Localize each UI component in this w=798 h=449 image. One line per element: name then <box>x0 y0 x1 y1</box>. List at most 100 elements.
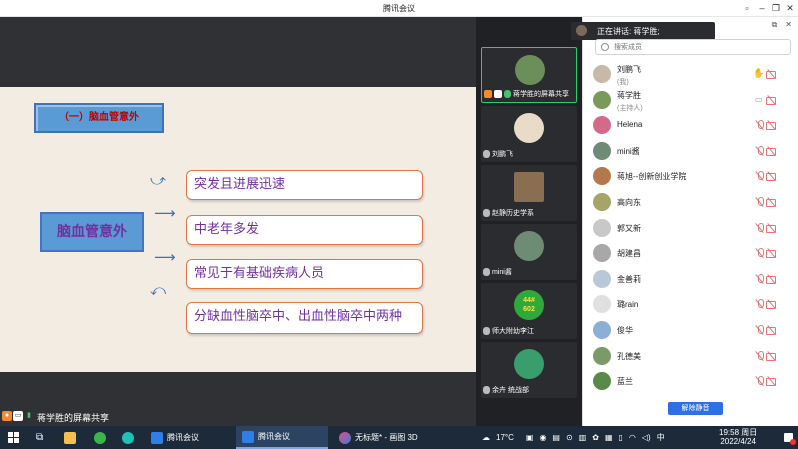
list-item[interactable]: 郭又新 <box>583 215 798 241</box>
notification-icon[interactable] <box>784 426 796 449</box>
search-icon <box>601 43 609 51</box>
list-item[interactable]: 蒋学胜 (主持人) ▭ <box>583 87 798 113</box>
list-item[interactable]: 金善莉 <box>583 266 798 292</box>
ime-indicator[interactable]: 中 <box>657 432 665 443</box>
taskbar-app-tencent-meeting[interactable]: 腾讯会议 <box>145 426 233 449</box>
list-item[interactable]: Helena <box>583 112 798 138</box>
speaking-indicator: 正在讲话: 蒋学胜; <box>571 22 715 40</box>
window-title: 腾讯会议 <box>383 4 415 13</box>
list-item[interactable]: mini酱 <box>583 138 798 164</box>
avatar <box>593 116 611 135</box>
camera-off-icon[interactable] <box>766 325 776 335</box>
mic-off-icon[interactable] <box>755 222 765 233</box>
avatar <box>593 295 611 314</box>
taskbar-app-tencent-meeting[interactable]: 腾讯会议 <box>236 426 328 449</box>
mic-off-icon[interactable] <box>755 171 765 181</box>
video-tiles-column: 蒋学胜的屏幕共享 刘鹏飞 赵静历史学系 mini酱 44# 602 师大附幼李江… <box>476 17 582 426</box>
list-item[interactable]: 胡建昌 <box>583 240 798 266</box>
participants-panel: 正在讲话: 蒋学胜; ⧉ ✕ 刘鹏飞 (我) ✋ 蒋学胜 (主持人) ▭ <box>571 17 798 426</box>
avatar <box>514 231 544 261</box>
tray-icon[interactable]: ▤ <box>552 433 560 442</box>
video-tile[interactable]: 刘鹏飞 <box>481 106 577 162</box>
camera-off-icon[interactable] <box>766 223 776 233</box>
video-tile[interactable]: 蒋学胜的屏幕共享 <box>481 47 577 103</box>
video-tile[interactable]: mini酱 <box>481 224 577 280</box>
avatar <box>593 218 611 237</box>
participant-list: 刘鹏飞 (我) ✋ 蒋学胜 (主持人) ▭ Helena mini酱 蒋旭--创… <box>583 61 798 394</box>
avatar <box>514 113 544 143</box>
list-item[interactable]: 刘鹏飞 (我) ✋ <box>583 61 798 87</box>
right-arrow-icon: ⟶ <box>154 249 176 266</box>
list-item[interactable]: 蓝兰 <box>583 368 798 394</box>
member-search[interactable] <box>595 39 791 55</box>
mic-off-icon[interactable] <box>755 196 765 207</box>
wifi-icon[interactable]: ◠ <box>629 433 636 442</box>
mic-off-icon[interactable] <box>755 273 765 284</box>
camera-off-icon[interactable] <box>766 197 776 207</box>
avatar <box>576 25 587 36</box>
mic-off-icon[interactable] <box>755 299 765 309</box>
close-panel-icon[interactable]: ✕ <box>785 20 792 30</box>
restore-icon[interactable]: ❐ <box>769 2 783 14</box>
app-icon[interactable] <box>122 426 134 449</box>
avatar <box>593 346 611 365</box>
camera-off-icon[interactable] <box>766 274 776 284</box>
taskbar-app-paint3d[interactable]: 无标题* - 画图 3D <box>333 426 428 449</box>
tray-icon[interactable]: ▯ <box>619 433 623 442</box>
unmute-button[interactable]: 解除静音 <box>668 402 723 415</box>
curved-arrow-icon: ⤻ <box>150 172 167 189</box>
mic-off-icon[interactable] <box>755 145 765 156</box>
minimize-icon[interactable]: – <box>755 2 769 14</box>
mic-icon <box>504 90 511 98</box>
weather-temp: 17°C <box>496 433 514 442</box>
camera-off-icon[interactable] <box>766 351 776 361</box>
popout-icon[interactable]: ⧉ <box>772 20 778 30</box>
tray-icon[interactable]: ▣ <box>526 433 534 442</box>
mic-off-icon[interactable] <box>755 376 765 386</box>
system-clock[interactable]: 19:58 周日 2022/4/24 <box>719 428 757 446</box>
close-icon[interactable]: ✕ <box>783 2 797 14</box>
camera-off-icon[interactable] <box>766 376 776 387</box>
tray-icon[interactable]: ▦ <box>605 433 613 442</box>
avatar <box>514 349 544 379</box>
mic-off-icon[interactable] <box>755 350 765 361</box>
tray-icon[interactable]: ◉ <box>539 433 546 442</box>
video-tile[interactable]: 余卉 统战部 <box>481 342 577 398</box>
tray-icon[interactable]: ✿ <box>592 433 599 442</box>
avatar <box>515 55 545 85</box>
mic-icon: ▮ <box>27 412 31 419</box>
mic-icon <box>483 209 490 217</box>
camera-off-icon[interactable] <box>766 248 776 259</box>
camera-off-icon[interactable] <box>766 95 776 105</box>
browser-icon[interactable] <box>94 426 106 449</box>
hand-raise-icon: ✋ <box>753 68 765 78</box>
list-item[interactable]: 蒋旭--创新创业学院 <box>583 163 798 189</box>
curved-arrow-icon: ⤺ <box>150 282 167 299</box>
camera-off-icon[interactable] <box>766 146 776 156</box>
volume-icon[interactable]: ◁) <box>642 433 651 442</box>
windows-start-icon[interactable] <box>8 426 19 449</box>
tray-icon[interactable]: ⊙ <box>566 433 573 442</box>
mic-off-icon[interactable] <box>755 248 765 258</box>
mic-off-icon[interactable] <box>755 120 765 130</box>
file-explorer-icon[interactable] <box>64 426 76 449</box>
user-icon <box>484 90 492 98</box>
camera-off-icon[interactable] <box>766 299 776 310</box>
tray-icon[interactable]: ▥ <box>579 433 587 442</box>
video-tile[interactable]: 44# 602 师大附幼李江 <box>481 283 577 339</box>
video-tile[interactable]: 赵静历史学系 <box>481 165 577 221</box>
task-view-icon[interactable]: ⧉ <box>36 426 43 449</box>
avatar <box>593 141 611 160</box>
list-item[interactable]: 璐rain <box>583 291 798 317</box>
pin-icon[interactable]: ▫ <box>740 2 754 14</box>
camera-off-icon[interactable] <box>766 69 776 79</box>
mic-off-icon[interactable] <box>755 324 765 335</box>
camera-off-icon[interactable] <box>766 171 776 182</box>
tencent-meeting-icon <box>242 430 254 443</box>
list-item[interactable]: 俊华 <box>583 317 798 343</box>
camera-off-icon[interactable] <box>766 120 776 131</box>
avatar <box>593 320 611 339</box>
list-item[interactable]: 高向东 <box>583 189 798 215</box>
list-item[interactable]: 孔德美 <box>583 343 798 369</box>
search-input[interactable] <box>614 41 784 53</box>
